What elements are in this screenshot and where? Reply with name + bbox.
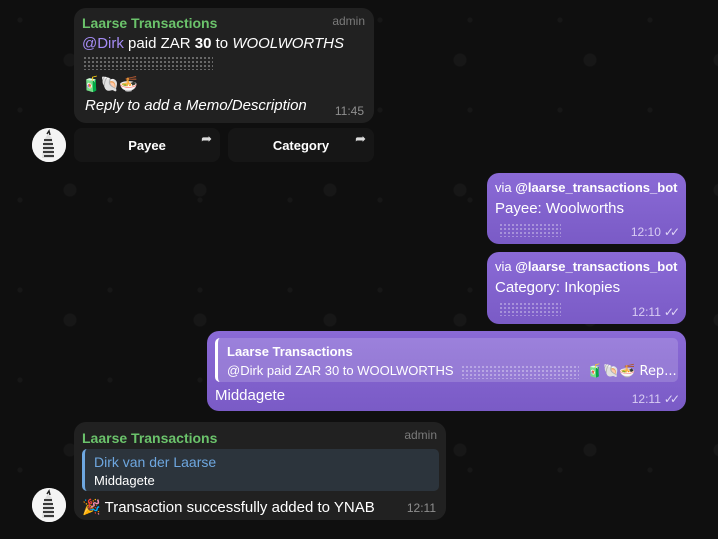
share-arrow-icon: ➦ xyxy=(201,131,212,146)
message-time: 12:11 xyxy=(631,392,661,406)
message-time: 12:11 xyxy=(406,501,436,515)
bot-username[interactable]: @laarse_transactions_bot xyxy=(515,259,677,274)
payee-name: WOOLWORTHS xyxy=(232,35,344,52)
reply-tail: 🧃🐚🍜 Rep... xyxy=(586,364,677,379)
message-memo-reply[interactable]: Laarse Transactions @Dirk paid ZAR 30 to… xyxy=(207,331,686,411)
paid-text: paid ZAR xyxy=(123,35,195,52)
reply-text: Middagete xyxy=(94,473,155,488)
message-transaction[interactable]: Laarse Transactions admin @Dirk paid ZAR… xyxy=(74,8,374,123)
payee-button-label: Payee xyxy=(128,137,166,153)
reply-quote[interactable]: Laarse Transactions @Dirk paid ZAR 30 to… xyxy=(215,338,678,382)
to-text: to xyxy=(211,35,233,52)
zebra-icon xyxy=(32,128,66,162)
bot-username[interactable]: @laarse_transactions_bot xyxy=(515,180,677,195)
reply-author: Laarse Transactions xyxy=(227,344,353,359)
spoiler-text xyxy=(461,364,580,379)
message-text: Category: Inkopies xyxy=(495,279,621,296)
message-text: Middagete xyxy=(215,387,286,404)
zebra-icon xyxy=(32,488,66,522)
spoiler-text[interactable] xyxy=(83,56,213,70)
message-time-block: 12:11 ✓✓ xyxy=(631,392,680,406)
party-popper-icon: 🎉 xyxy=(82,498,101,516)
avatar[interactable] xyxy=(32,488,66,522)
read-checkmarks-icon: ✓✓ xyxy=(663,225,680,239)
reply-text: @Dirk paid ZAR 30 to WOOLWORTHS xyxy=(227,363,454,378)
amount: 30 xyxy=(194,35,212,52)
message-confirmation[interactable]: Laarse Transactions admin Dirk van der L… xyxy=(74,422,446,520)
sender-name: Laarse Transactions xyxy=(82,430,218,446)
reply-quote[interactable]: Dirk van der Laarse Middagete xyxy=(82,449,439,491)
user-mention[interactable]: @Dirk xyxy=(82,35,124,52)
message-time: 11:45 xyxy=(334,104,364,118)
message-payee[interactable]: via @laarse_transactions_bot Payee: Wool… xyxy=(487,173,686,244)
read-checkmarks-icon: ✓✓ xyxy=(663,305,680,319)
via-bot-line: via @laarse_transactions_bot xyxy=(495,259,677,274)
category-button[interactable]: Category ➦ xyxy=(228,128,374,162)
admin-badge: admin xyxy=(332,14,365,28)
message-time-block: 12:10 ✓✓ xyxy=(630,225,680,239)
message-text: Transaction successfully added to YNAB xyxy=(104,499,375,516)
spoiler-text[interactable] xyxy=(499,223,561,237)
message-category[interactable]: via @laarse_transactions_bot Category: I… xyxy=(487,252,686,324)
avatar[interactable] xyxy=(32,128,66,162)
message-line: 🎉 Transaction successfully added to YNAB xyxy=(82,498,375,516)
via-label: via xyxy=(495,259,516,274)
memo-prompt: Reply to add a Memo/Description xyxy=(85,97,307,114)
reply-author: Dirk van der Laarse xyxy=(94,454,217,470)
message-time: 12:10 xyxy=(630,225,661,239)
via-label: via xyxy=(495,180,516,195)
share-arrow-icon: ➦ xyxy=(355,131,366,146)
category-button-label: Category xyxy=(272,137,330,153)
message-time-block: 12:11 ✓✓ xyxy=(631,305,680,319)
sender-name: Laarse Transactions xyxy=(82,15,218,31)
spoiler-text[interactable] xyxy=(499,302,561,316)
message-text: Payee: Woolworths xyxy=(495,200,624,217)
message-time: 12:11 xyxy=(631,305,661,319)
admin-badge: admin xyxy=(404,428,437,442)
reply-preview: @Dirk paid ZAR 30 to WOOLWORTHS 🧃🐚🍜 Rep.… xyxy=(227,363,677,379)
message-line-1: @Dirk paid ZAR 30 to WOOLWORTHS xyxy=(82,35,344,52)
category-emojis: 🧃🐚🍜 xyxy=(82,75,139,93)
read-checkmarks-icon: ✓✓ xyxy=(663,392,680,406)
via-bot-line: via @laarse_transactions_bot xyxy=(495,180,677,195)
payee-button[interactable]: Payee ➦ xyxy=(74,128,220,162)
